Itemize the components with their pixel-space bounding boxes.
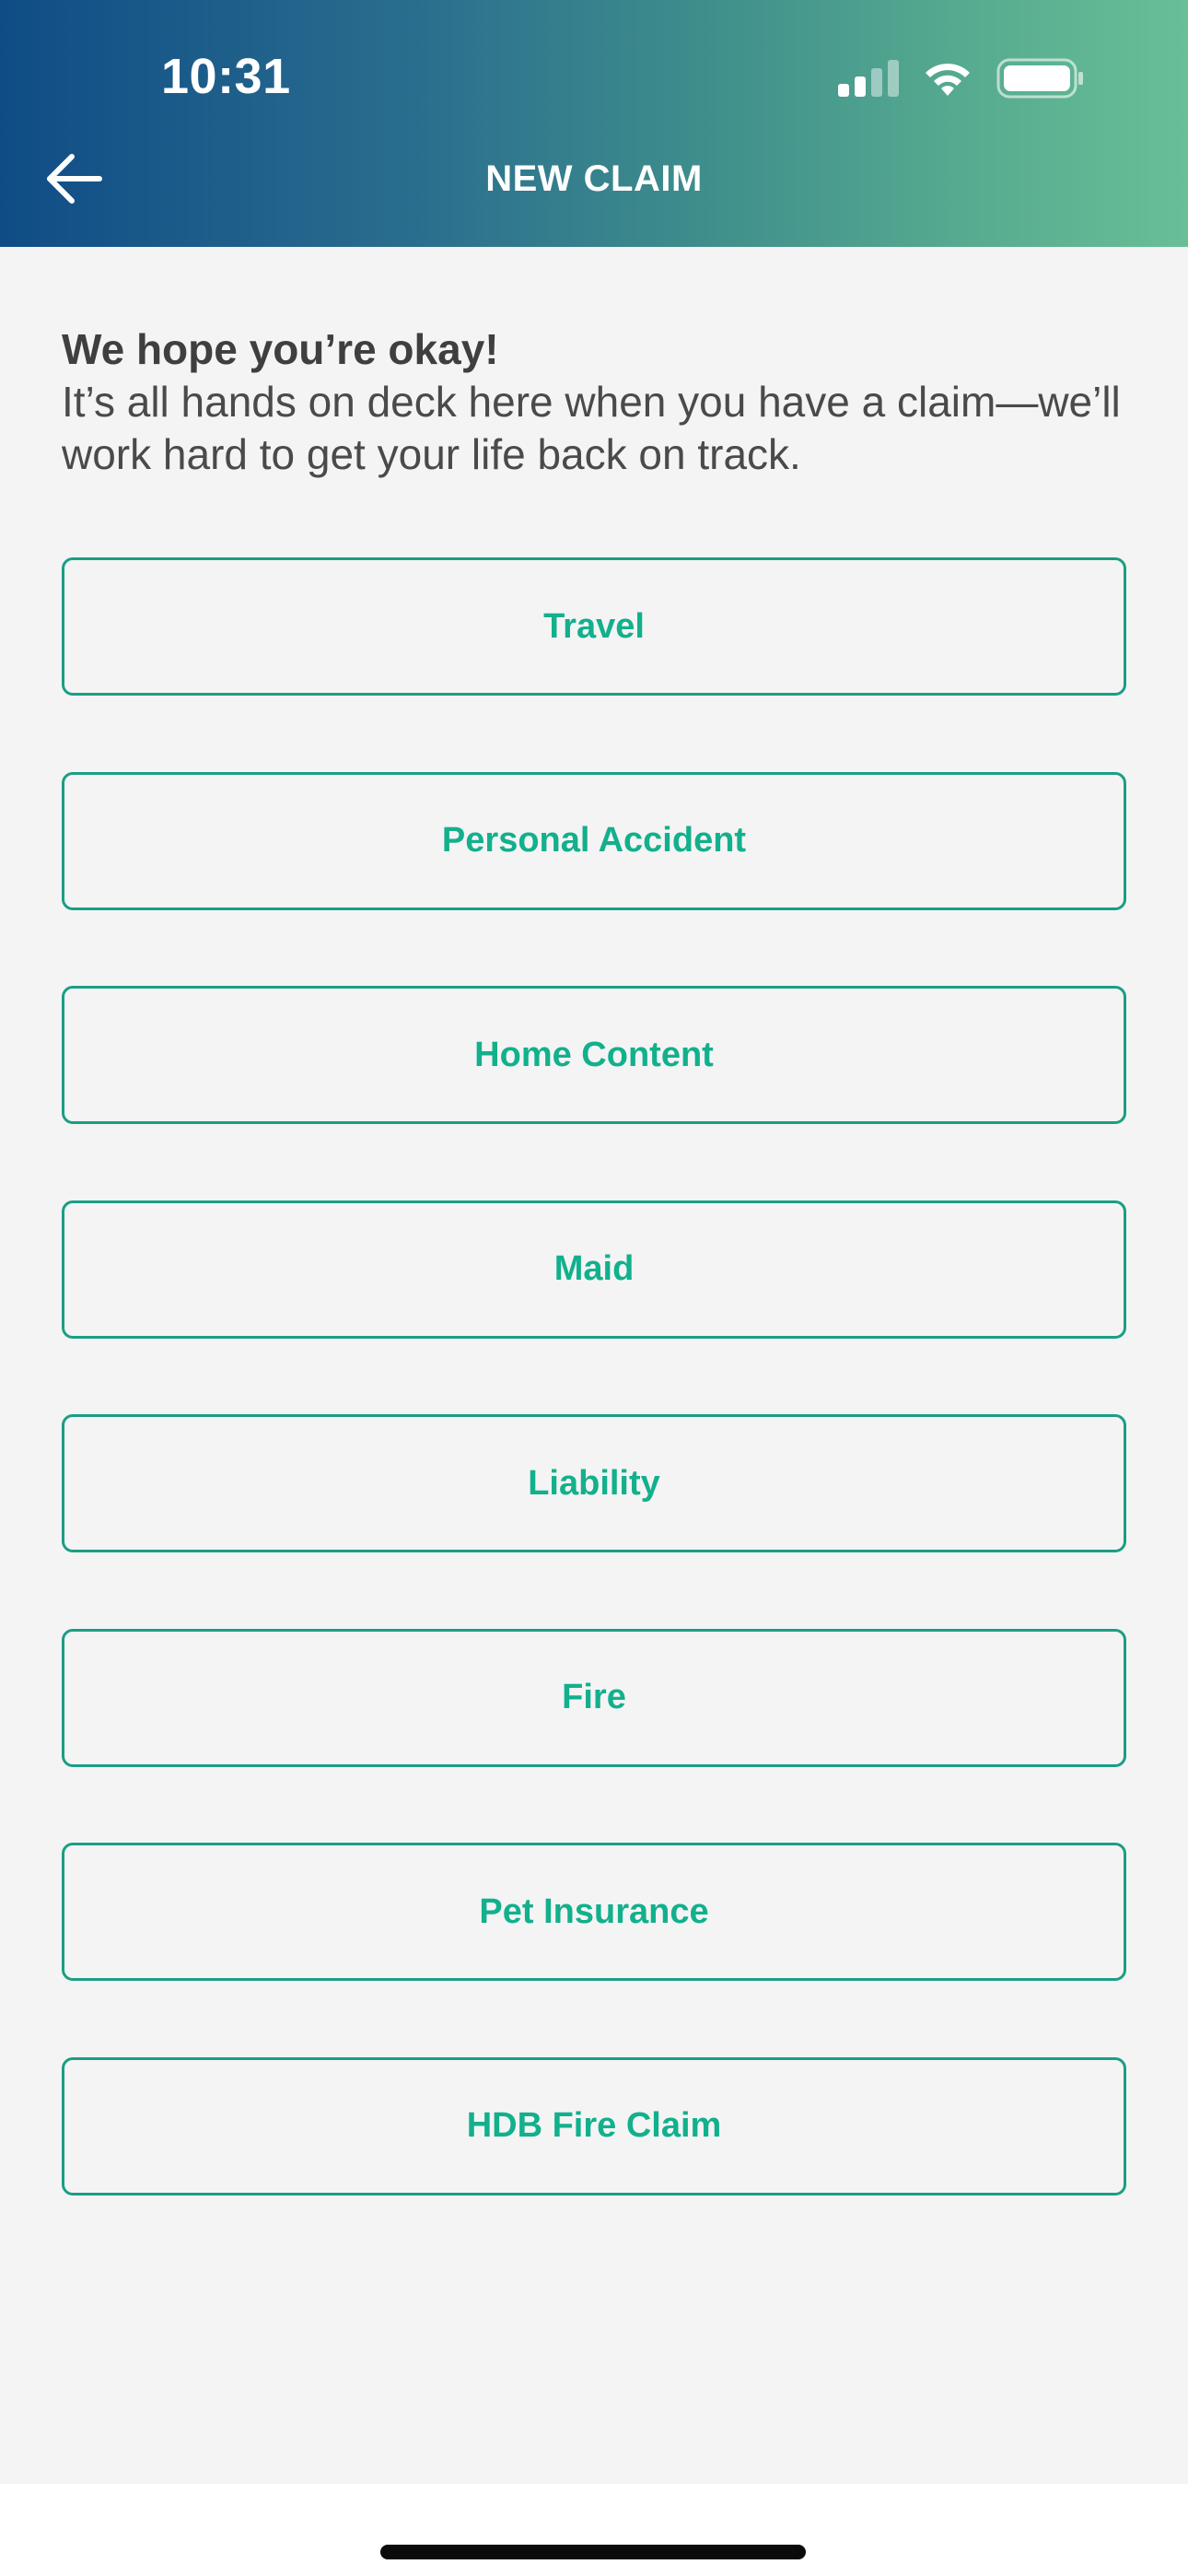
claim-type-label: Personal Accident [441,821,747,860]
wifi-icon [921,59,974,102]
home-indicator-area [0,2484,1188,2576]
intro-heading: We hope you’re okay! [62,325,499,373]
intro-body: It’s all hands on deck here when you hav… [62,378,1121,478]
claim-type-liability-button[interactable]: Liability [62,1414,1126,1552]
claim-type-travel-button[interactable]: Travel [62,557,1126,696]
status-bar-time: 10:31 [161,49,291,104]
header-bar: 10:31 NEW CLAIM [0,0,1188,247]
battery-icon [996,58,1085,103]
claim-type-label: Maid [553,1249,635,1288]
claim-type-label: Fire [562,1678,626,1716]
page-title: NEW CLAIM [485,158,703,199]
claim-type-hdb-fire-claim-button[interactable]: HDB Fire Claim [62,2056,1126,2195]
claim-type-maid-button[interactable]: Maid [62,1200,1126,1339]
status-bar-icons [838,57,1085,103]
claim-type-pet-insurance-button[interactable]: Pet Insurance [62,1843,1126,1981]
claim-type-list: Travel Personal Accident Home Content Ma… [62,557,1126,2271]
home-indicator[interactable] [380,2545,806,2559]
claim-type-label: HDB Fire Claim [466,2106,722,2145]
main-content: We hope you’re okay! It’s all hands on d… [0,247,1188,2484]
claim-type-label: Home Content [474,1035,714,1074]
claim-type-label: Travel [543,606,645,646]
claim-type-label: Pet Insurance [479,1891,709,1931]
claim-type-personal-accident-button[interactable]: Personal Accident [62,771,1126,910]
claim-type-home-content-button[interactable]: Home Content [62,986,1126,1124]
claim-type-fire-button[interactable]: Fire [62,1628,1126,1767]
cellular-signal-icon [838,59,899,101]
new-claim-screen: 10:31 NEW CLAIM We hope you’re okay! It’… [0,0,1188,2576]
intro-message: We hope you’re okay! It’s all hands on d… [62,322,1130,481]
claim-type-label: Liability [528,1463,660,1503]
